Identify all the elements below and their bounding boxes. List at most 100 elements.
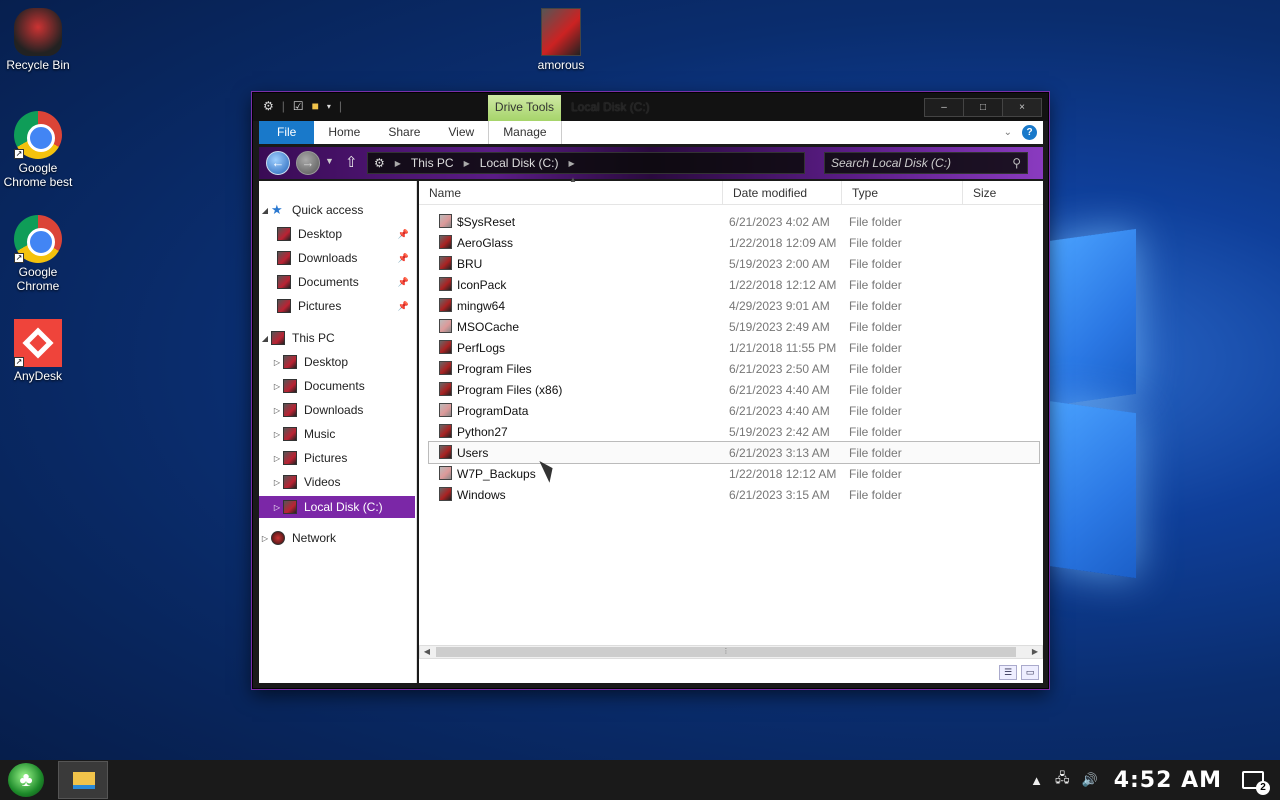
tab-file[interactable]: File: [259, 121, 315, 144]
explorer-icon[interactable]: ⚙: [263, 99, 274, 113]
table-row[interactable]: mingw64 4/29/2023 9:01 AM File folder: [419, 295, 1043, 316]
properties-icon[interactable]: ☑: [293, 99, 304, 113]
nav-qa-pictures[interactable]: Pictures 📌: [259, 295, 415, 317]
folder-icon: [439, 298, 452, 312]
expand-ribbon-chevron-icon[interactable]: ⌄: [1004, 127, 1012, 138]
file-date-modified: 5/19/2023 2:42 AM: [729, 424, 830, 439]
scroll-right-icon[interactable]: ▶: [1028, 646, 1042, 658]
column-header-name[interactable]: Name: [419, 181, 723, 205]
desktop-icon-recycle-bin[interactable]: Recycle Bin: [0, 8, 76, 72]
help-icon[interactable]: ?: [1022, 125, 1037, 140]
scroll-left-icon[interactable]: ◀: [420, 646, 434, 658]
nav-pc-documents[interactable]: ▷ Documents: [259, 375, 415, 397]
expand-arrow-icon[interactable]: ▷: [271, 382, 283, 391]
table-row[interactable]: Program Files 6/21/2023 2:50 AM File folde…: [419, 358, 1043, 379]
nav-qa-documents[interactable]: Documents 📌: [259, 271, 415, 293]
column-header-date-modified[interactable]: Date modified: [723, 181, 842, 205]
forward-button[interactable]: →: [296, 151, 320, 175]
nav-pc-local-disk[interactable]: ▷ Local Disk (C:): [259, 496, 415, 518]
table-row[interactable]: PerfLogs 1/21/2018 11:55 PM File folder: [419, 337, 1043, 358]
collapse-arrow-icon[interactable]: ◢: [259, 206, 271, 215]
table-row[interactable]: Program Files (x86) 6/21/2023 4:40 AM File…: [419, 379, 1043, 400]
nav-quick-access[interactable]: ◢ ★ Quick access: [259, 199, 415, 221]
expand-arrow-icon[interactable]: ▷: [271, 503, 283, 512]
tab-share[interactable]: Share: [374, 121, 434, 144]
close-button[interactable]: ×: [1002, 98, 1042, 117]
nav-pc-desktop[interactable]: ▷ Desktop: [259, 351, 415, 373]
file-name: PerfLogs: [457, 340, 506, 355]
minimize-button[interactable]: –: [924, 98, 964, 117]
nav-qa-desktop[interactable]: Desktop 📌: [259, 223, 415, 245]
table-row[interactable]: Windows 6/21/2023 3:15 AM File folder: [419, 484, 1043, 505]
breadcrumb-chevron-icon[interactable]: ▶: [464, 159, 470, 168]
breadcrumb-this-pc[interactable]: This PC: [411, 156, 454, 170]
clock[interactable]: 4:52 AM: [1114, 768, 1222, 793]
recent-locations-chevron-icon[interactable]: ▼: [325, 156, 334, 166]
desktop-icon-chrome[interactable]: ↗ Google Chrome: [0, 215, 76, 293]
tab-view[interactable]: View: [434, 121, 488, 144]
desktop-icon-anydesk[interactable]: ↗ AnyDesk: [0, 319, 76, 383]
collapse-arrow-icon[interactable]: ◢: [259, 334, 271, 343]
large-icons-view-icon[interactable]: ▭: [1021, 665, 1039, 680]
breadcrumb-local-disk[interactable]: Local Disk (C:): [480, 156, 559, 170]
start-button[interactable]: ♣: [8, 763, 44, 797]
nav-this-pc[interactable]: ◢ This PC: [259, 327, 415, 349]
new-folder-icon[interactable]: ■: [312, 99, 319, 113]
breadcrumb-chevron-icon[interactable]: ▶: [568, 159, 574, 168]
nav-pc-pictures[interactable]: ▷ Pictures: [259, 447, 415, 469]
qat-chevron-down-icon[interactable]: ▾: [327, 102, 331, 111]
table-row[interactable]: BRU 5/19/2023 2:00 AM File folder: [419, 253, 1043, 274]
nav-label: Downloads: [298, 251, 358, 265]
network-icon[interactable]: 🖧: [1055, 769, 1070, 791]
maximize-button[interactable]: □: [963, 98, 1003, 117]
up-button[interactable]: ⇧: [345, 153, 358, 171]
expand-arrow-icon[interactable]: ▷: [271, 454, 283, 463]
desktop-icon-label: Recycle Bin: [6, 58, 70, 72]
column-header-type[interactable]: Type: [842, 181, 963, 205]
table-row[interactable]: ProgramData 6/21/2023 4:40 AM File folder: [419, 400, 1043, 421]
table-row[interactable]: Python27 5/19/2023 2:42 AM File folder: [419, 421, 1043, 442]
nav-pc-downloads[interactable]: ▷ Downloads: [259, 399, 415, 421]
address-bar[interactable]: ⚙ ▶ This PC ▶ Local Disk (C:) ▶: [367, 152, 805, 174]
breadcrumb-chevron-icon[interactable]: ▶: [395, 159, 401, 168]
table-row[interactable]: MSOCache 5/19/2023 2:49 AM File folder: [419, 316, 1043, 337]
expand-arrow-icon[interactable]: ▷: [271, 478, 283, 487]
folder-icon: [439, 214, 452, 228]
back-button[interactable]: ←: [266, 151, 290, 175]
table-row[interactable]: AeroGlass 1/22/2018 12:09 AM File folder: [419, 232, 1043, 253]
scrollbar-thumb[interactable]: ⋮: [436, 647, 1016, 657]
column-header-size[interactable]: Size: [963, 181, 1043, 205]
nav-qa-downloads[interactable]: Downloads 📌: [259, 247, 415, 269]
search-icon[interactable]: ⚲: [1012, 153, 1021, 173]
tab-home[interactable]: Home: [314, 121, 374, 144]
expand-arrow-icon[interactable]: ▷: [271, 430, 283, 439]
search-input[interactable]: Search Local Disk (C:) ⚲: [824, 152, 1028, 174]
expand-arrow-icon[interactable]: ▷: [271, 358, 283, 367]
file-name: Windows: [457, 487, 506, 502]
file-date-modified: 1/22/2018 12:12 AM: [729, 466, 837, 481]
file-date-modified: 1/21/2018 11:55 PM: [729, 340, 837, 355]
desktop-icon-chrome-best[interactable]: ↗ Google Chrome best: [0, 111, 76, 189]
desktop-icon-amorous[interactable]: amorous: [523, 8, 599, 72]
expand-arrow-icon[interactable]: ▷: [271, 406, 283, 415]
chrome-icon: ↗: [14, 215, 62, 263]
taskbar-file-explorer[interactable]: [58, 761, 108, 799]
folder-icon: [439, 424, 452, 438]
table-row[interactable]: W7P_Backups 1/22/2018 12:12 AM File folder: [419, 463, 1043, 484]
nav-network[interactable]: ▷ Network: [259, 527, 415, 549]
table-row[interactable]: IconPack 1/22/2018 12:12 AM File folder: [419, 274, 1043, 295]
nav-pc-videos[interactable]: ▷ Videos: [259, 471, 415, 493]
file-list: ▲ Name Date modified Type Size $SysReset…: [419, 175, 1043, 683]
nav-label: Quick access: [292, 203, 364, 217]
volume-icon[interactable]: 🔊: [1082, 772, 1098, 788]
folder-icon: [73, 772, 95, 789]
table-row[interactable]: $SysReset 6/21/2023 4:02 AM File folder: [419, 211, 1043, 232]
tab-manage[interactable]: Manage: [488, 121, 562, 144]
expand-arrow-icon[interactable]: ▷: [259, 534, 271, 543]
notifications-icon[interactable]: 2: [1242, 771, 1270, 795]
table-row[interactable]: Users 6/21/2023 3:13 AM File folder: [428, 441, 1040, 464]
show-hidden-icons-chevron-icon[interactable]: ▲: [1030, 773, 1043, 788]
nav-pc-music[interactable]: ▷ Music: [259, 423, 415, 445]
details-view-icon[interactable]: ☰: [999, 665, 1017, 680]
horizontal-scrollbar[interactable]: ◀ ⋮ ▶: [419, 645, 1043, 659]
